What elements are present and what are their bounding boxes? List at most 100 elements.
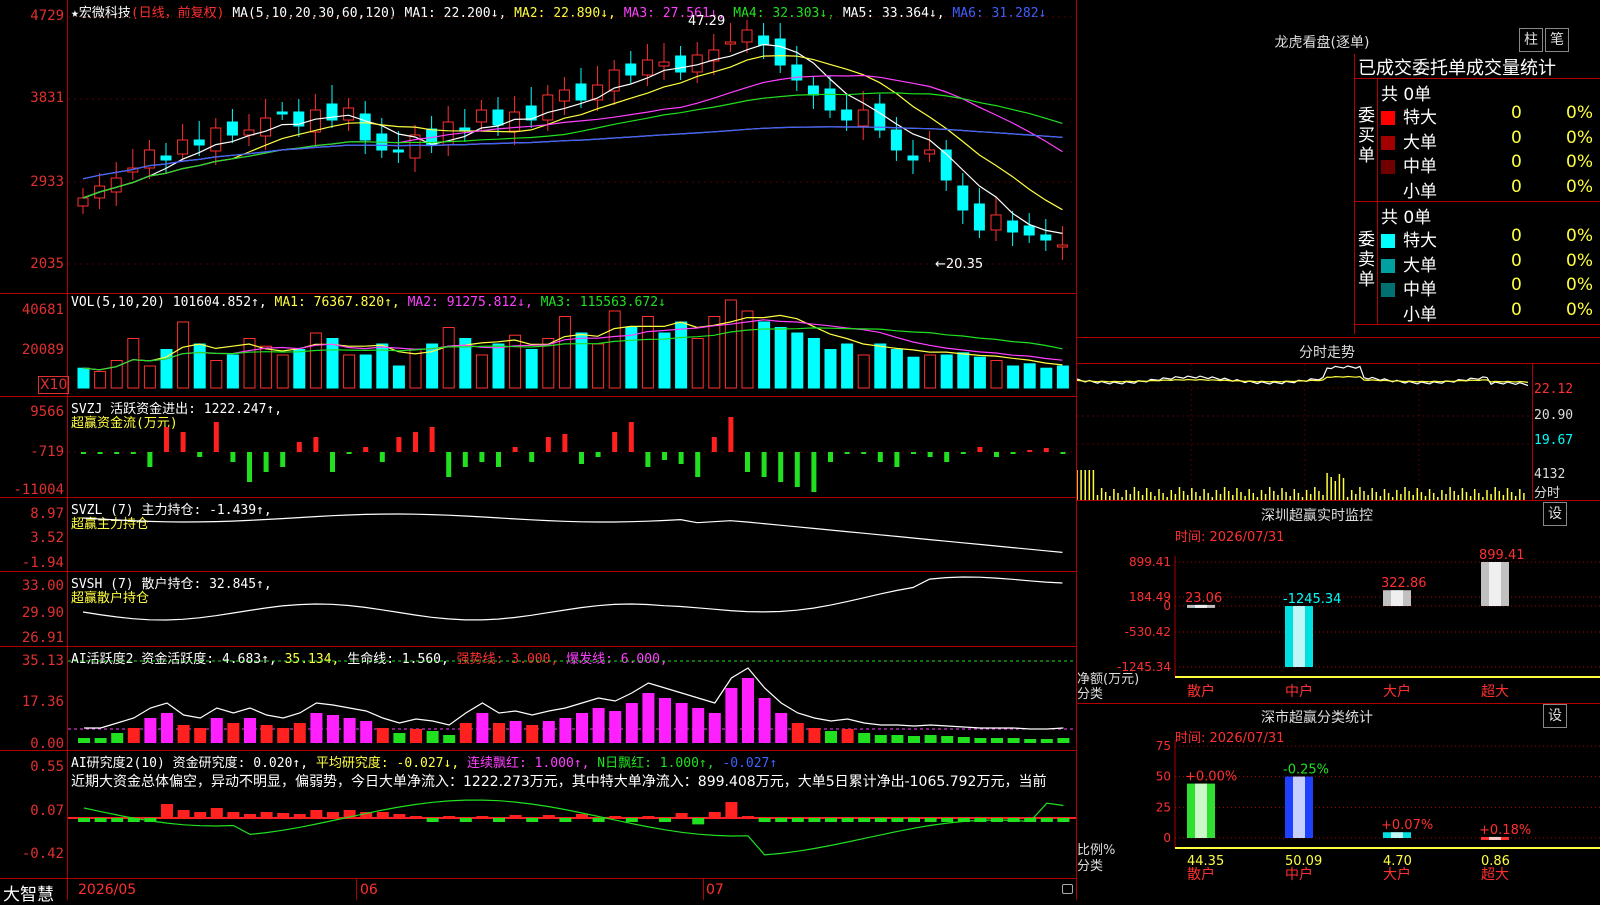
money-flow-bar [678, 452, 684, 464]
classify-category-label: 分类 [1077, 859, 1104, 874]
volume-bar [957, 352, 970, 389]
svzj-chart[interactable] [68, 397, 1076, 497]
volume-bar [326, 338, 339, 389]
intraday-chart[interactable] [1077, 364, 1532, 500]
money-flow-bar [479, 452, 485, 462]
activity-bar [1024, 739, 1037, 743]
activity-bar [493, 723, 505, 743]
color-swatch [1381, 307, 1395, 322]
sz-settings-button[interactable]: 设 [1543, 502, 1567, 526]
bar-value-label: +0.18% [1479, 823, 1531, 838]
volume-bar [907, 356, 920, 389]
research-bar [210, 808, 223, 818]
research-line [83, 799, 1064, 856]
classify-chart[interactable]: 7550250+0.00%44.35散户-0.25%50.09中户+0.07%4… [1077, 740, 1600, 900]
category-label: 中户 [1285, 866, 1313, 883]
vol-unit: X10 [38, 376, 70, 394]
activity-bar [310, 713, 323, 743]
main-chart-area[interactable]: ★宏微科技(日线，前复权) MA(5,10,20,30,60,120) MA1:… [0, 0, 1077, 905]
volume-bar [758, 321, 771, 389]
tick-view-button[interactable]: 笔 [1545, 28, 1569, 52]
lock-icon[interactable] [1062, 884, 1073, 894]
money-flow-bar [247, 452, 252, 482]
candle-body [774, 38, 786, 66]
ai-research-title: AI研究度2(10) 资金研究度: 0.020↑, [71, 756, 309, 771]
sell-order-label: 委卖单 [1358, 230, 1375, 290]
candle-body [226, 121, 238, 136]
candle-body [160, 155, 172, 161]
volume-bar [857, 354, 870, 389]
volume-bar [990, 360, 1003, 389]
money-flow-bar [794, 452, 800, 487]
volume-bar [276, 354, 289, 389]
intraday-volume-max: 4132 [1534, 467, 1566, 482]
category-bar-highlight [1293, 606, 1305, 667]
bar-value-label: +0.00% [1185, 770, 1237, 785]
money-flow-bar [894, 452, 900, 467]
money-flow-bar [379, 452, 385, 462]
sell-row: 小单 0 0% [1381, 300, 1600, 325]
date-label: 2026/05 [78, 882, 137, 898]
candle-body [841, 109, 853, 121]
volume-bar [293, 349, 306, 389]
research-bar [177, 810, 190, 818]
kline-chart[interactable] [68, 0, 1076, 293]
money-flow-bar [944, 452, 950, 462]
candle-body [625, 63, 637, 76]
research-bar [742, 816, 754, 818]
category-label: 中户 [1285, 683, 1313, 700]
activity-bar [708, 713, 721, 743]
money-flow-bar [396, 437, 402, 452]
volume-bar [625, 327, 638, 389]
classify-settings-button[interactable]: 设 [1543, 704, 1567, 728]
candle-body [890, 129, 902, 151]
money-flow-bar [612, 432, 618, 452]
candle-body [309, 109, 321, 133]
svsh-chart[interactable] [68, 572, 1076, 646]
axis-tick-label: 0 [1163, 599, 1171, 613]
kline-ylabel: 4729 [30, 8, 64, 24]
bar-value-label: 322.86 [1381, 576, 1427, 591]
ai-active-chart[interactable] [68, 647, 1076, 750]
activity-bar [742, 678, 754, 743]
intraday-price-mid: 20.90 [1534, 408, 1574, 423]
sell-total: 共 0单 [1381, 208, 1432, 228]
column-view-button[interactable]: 柱 [1519, 28, 1543, 52]
activity-bar [542, 721, 555, 743]
volume-bar [608, 310, 621, 389]
money-flow-bar [197, 452, 203, 457]
main-force-line [82, 513, 1063, 553]
candle-body [907, 155, 919, 161]
activity-bar [526, 725, 539, 743]
buy-row: 特大 0 0% [1381, 103, 1600, 128]
money-flow-bar [927, 452, 933, 457]
research-bar [941, 818, 954, 822]
vol-ylabel: 20089 [21, 342, 64, 358]
dragon-title: 龙虎看盘(逐单) [1274, 35, 1370, 51]
volume-bar [1040, 367, 1053, 389]
candle-body [459, 127, 471, 131]
sz-monitor-chart[interactable]: 899.41184.490-530.42-1245.3423.06散户-1245… [1077, 540, 1600, 710]
right-panel: 龙虎看盘(逐单) 柱 笔 已成交委托单成交量统计 委买单 委卖单 共 0单 共 … [1077, 0, 1600, 900]
svzj-ylabel: -11004 [13, 482, 64, 498]
activity-bar [244, 718, 256, 743]
activity-bar [941, 736, 954, 743]
ma-line [82, 43, 1063, 234]
money-flow-bar [745, 452, 750, 472]
research-bar [293, 814, 306, 818]
volume-chart[interactable] [68, 294, 1076, 396]
money-flow-bar [844, 452, 850, 454]
volume-bar [874, 343, 887, 389]
research-bar [94, 818, 107, 822]
candle-body [758, 35, 770, 46]
research-bar [260, 812, 273, 818]
brand-logo: 大智慧 [3, 885, 54, 905]
activity-bar [974, 738, 987, 743]
activity-bar [609, 711, 622, 743]
research-bar [443, 816, 456, 818]
research-bar [708, 812, 721, 818]
money-flow-bar [512, 447, 518, 452]
ai-research-chart[interactable] [68, 790, 1076, 878]
svzl-chart[interactable] [68, 498, 1076, 571]
activity-bar [957, 737, 970, 743]
